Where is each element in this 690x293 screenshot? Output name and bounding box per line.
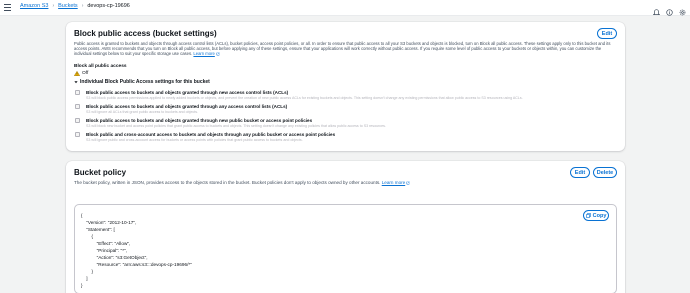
top-utility-icons [652, 3, 686, 16]
setting-title: Block public access to buckets and objec… [86, 118, 313, 123]
learn-more-link[interactable]: Learn more [193, 51, 220, 57]
breadcrumb-buckets[interactable]: Buckets [58, 3, 78, 9]
external-link-icon [406, 181, 410, 184]
bucket-policy-description: The bucket policy, written in JSON, prov… [74, 180, 410, 185]
bucket-policy-delete-button[interactable]: Delete [593, 167, 617, 178]
setting-title: Block public access to buckets and objec… [86, 104, 288, 109]
breadcrumb-current-bucket: devops-cp-19696 [87, 3, 130, 9]
setting-checkbox[interactable] [75, 132, 80, 137]
external-link-icon [216, 52, 220, 56]
setting-description: S3 will block new bucket and access poin… [86, 124, 386, 128]
policy-json-code: { "Version": "2012-10-17", "Statement": … [81, 213, 192, 288]
top-navigation-bar: Amazon S3 › Buckets › devops-cp-19696 [0, 0, 690, 16]
bucket-policy-container: Bucket policy Edit Delete The bucket pol… [66, 161, 625, 293]
copy-label: Copy [592, 212, 607, 219]
copy-button[interactable]: Copy [583, 210, 609, 221]
learn-more-link[interactable]: Learn more [382, 180, 411, 185]
block-all-status: Off [74, 71, 88, 76]
breadcrumb: Amazon S3 › Buckets › devops-cp-19696 [20, 3, 130, 9]
individual-settings-toggle[interactable]: Individual Block Public Access settings … [74, 79, 210, 85]
setting-checkbox[interactable] [75, 90, 80, 95]
setting-title: Block public access to buckets and objec… [86, 90, 289, 95]
bucket-policy-description-text: The bucket policy, written in JSON, prov… [74, 180, 381, 185]
bucket-policy-edit-button[interactable]: Edit [570, 167, 590, 178]
individual-settings-heading: Individual Block Public Access settings … [80, 79, 210, 85]
caret-down-icon [74, 81, 78, 84]
chevron-right-icon: › [81, 3, 84, 9]
setting-checkbox[interactable] [75, 118, 80, 123]
policy-code-editor[interactable]: { "Version": "2012-10-17", "Statement": … [74, 204, 617, 293]
learn-more-label: Learn more [193, 51, 215, 57]
block-public-access-description: Public access is granted to buckets and … [74, 41, 619, 57]
warning-icon [74, 71, 80, 76]
breadcrumb-amazon-s3[interactable]: Amazon S3 [20, 3, 48, 9]
description-line-3: individual settings below to suit your s… [74, 51, 193, 57]
setting-description: S3 will ignore all ACLs that grant publi… [86, 110, 199, 114]
block-all-public-access-label: Block all public access [74, 64, 127, 69]
chevron-right-icon: › [52, 3, 55, 9]
setting-title: Block public and cross-account access to… [86, 132, 336, 137]
block-all-status-text: Off [82, 71, 89, 76]
bucket-policy-title: Bucket policy [74, 168, 127, 177]
block-public-access-title: Block public access (bucket settings) [74, 29, 217, 38]
setting-description: S3 will ignore public and cross-account … [86, 138, 303, 142]
setting-description: S3 will block public access permissions … [86, 96, 523, 100]
copy-icon [585, 213, 591, 218]
notifications-icon[interactable] [652, 3, 661, 15]
info-icon[interactable] [666, 3, 673, 16]
learn-more-label: Learn more [381, 180, 406, 185]
block-public-access-edit-button[interactable]: Edit [597, 28, 617, 39]
block-public-access-container: Block public access (bucket settings) Ed… [66, 22, 625, 151]
menu-icon[interactable] [4, 4, 11, 11]
setting-checkbox[interactable] [75, 104, 80, 109]
settings-icon[interactable] [679, 3, 686, 16]
